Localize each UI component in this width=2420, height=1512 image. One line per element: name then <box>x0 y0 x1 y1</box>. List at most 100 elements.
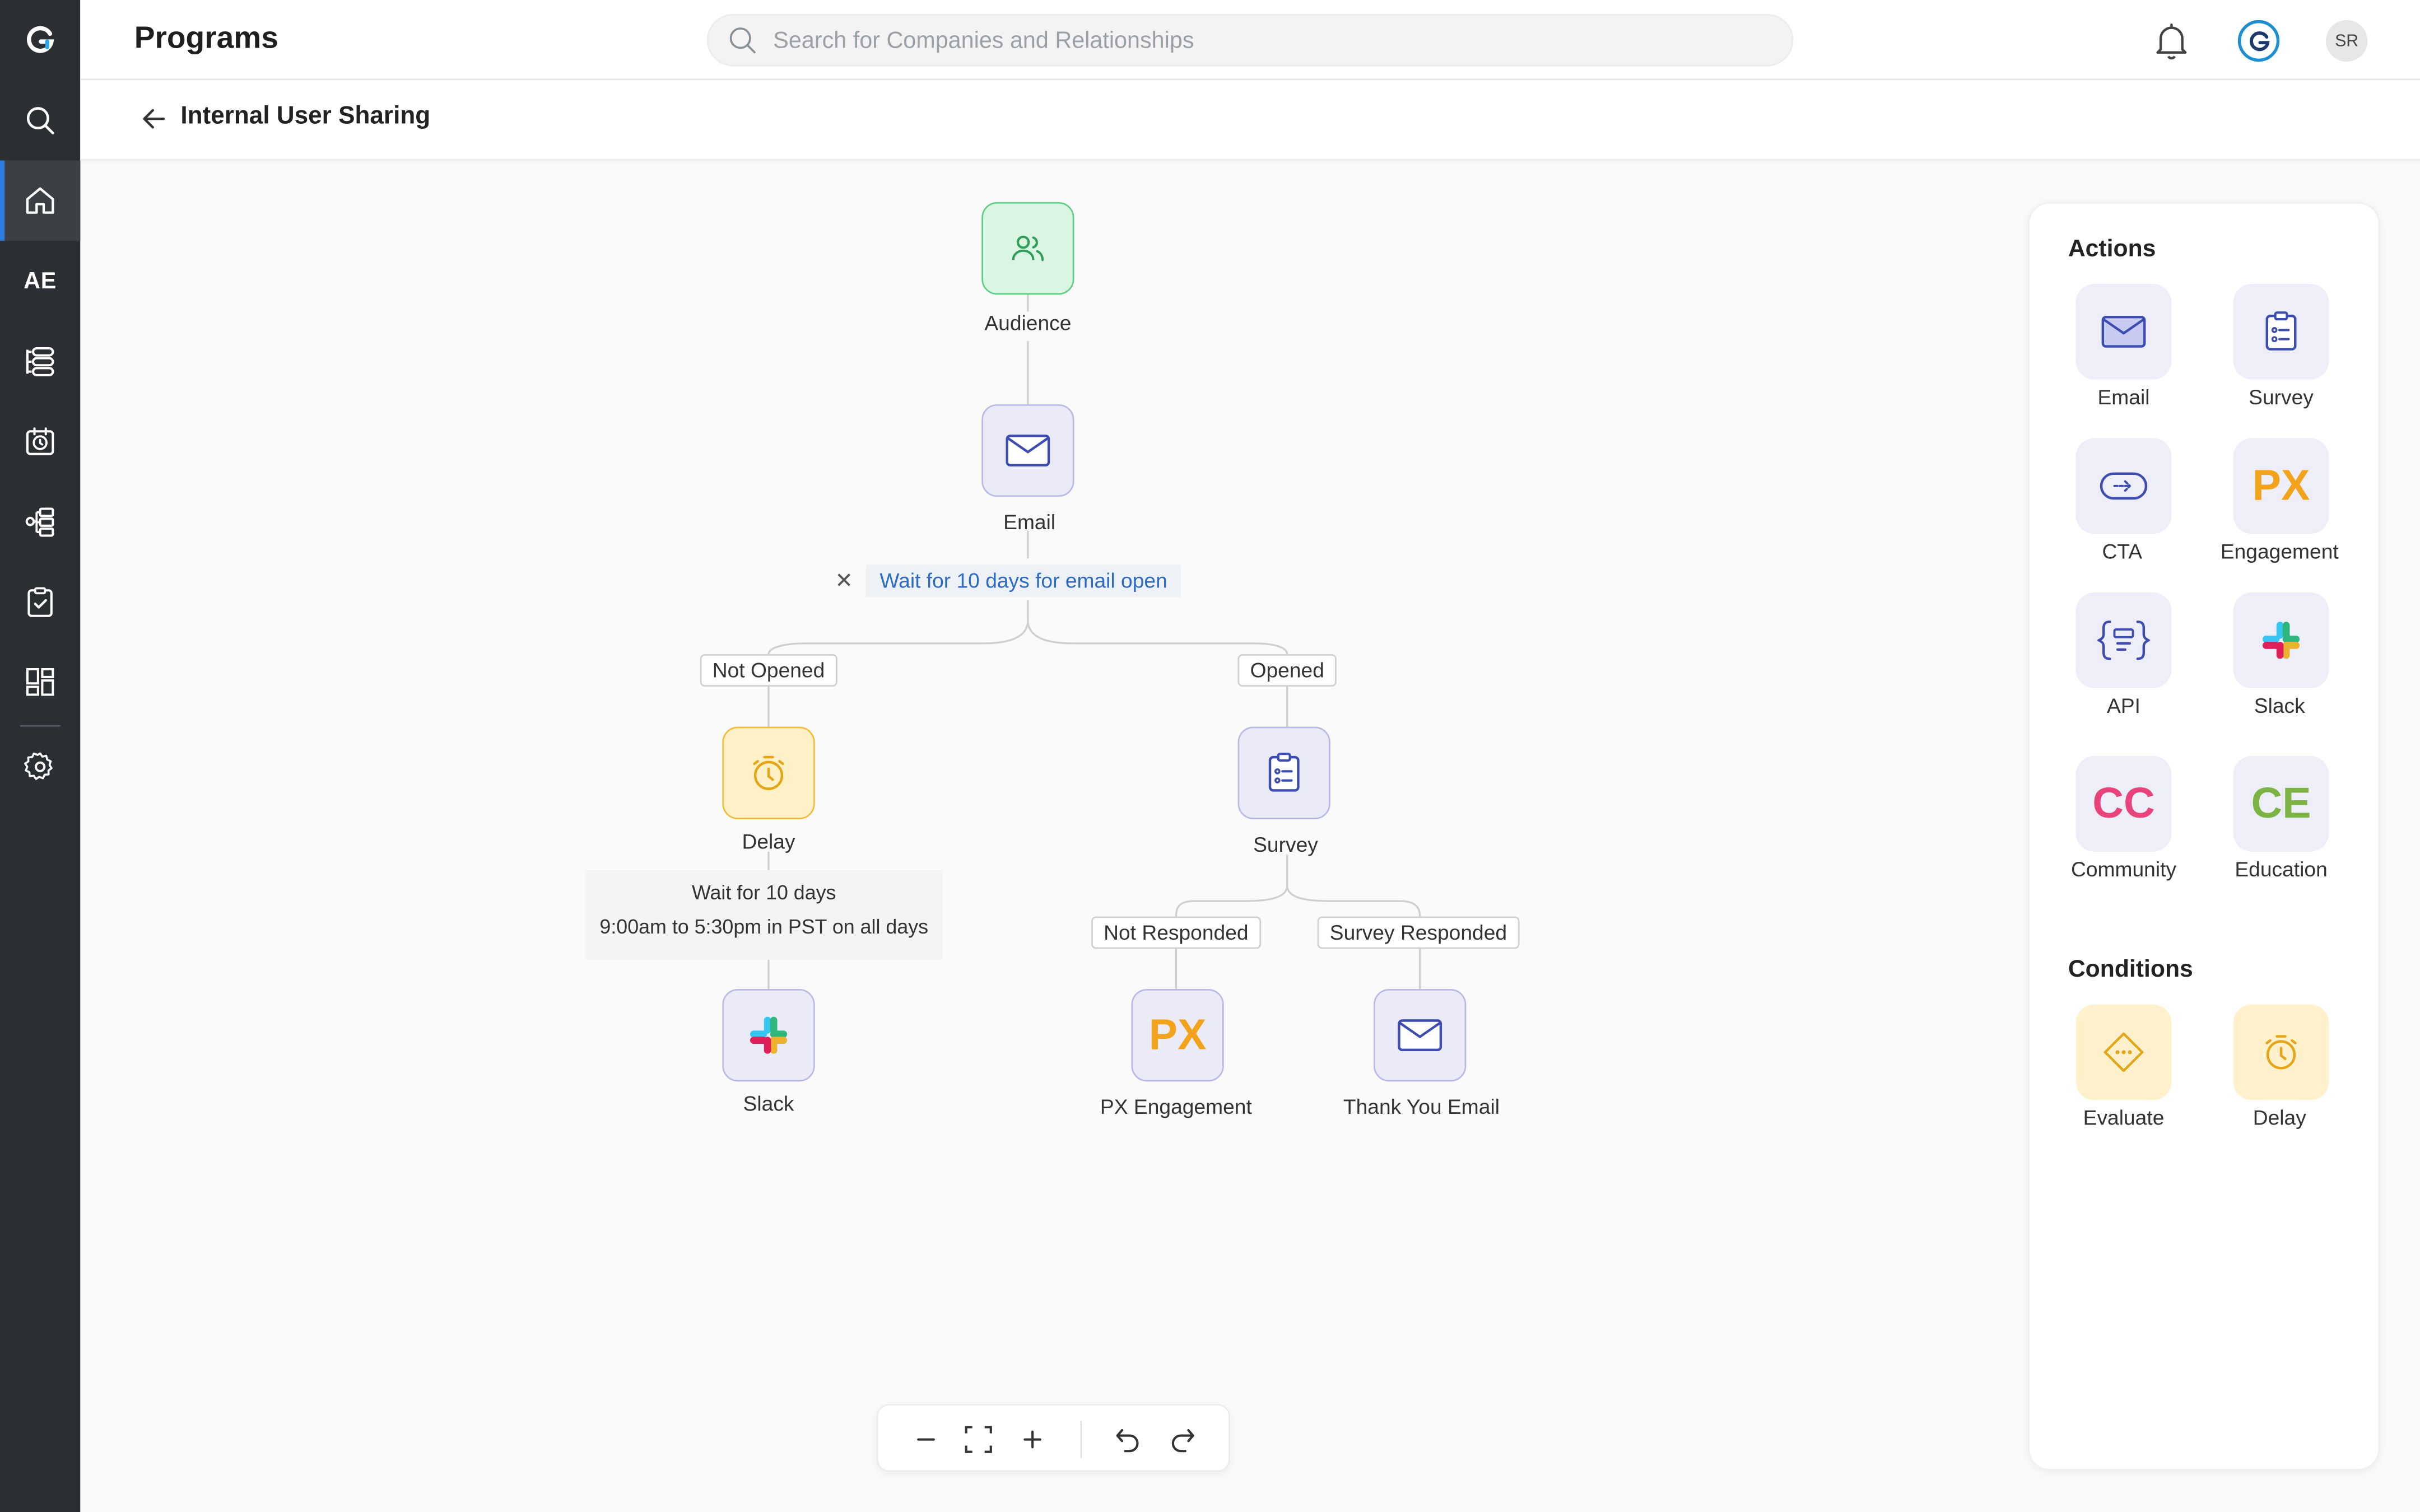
node-delay[interactable] <box>722 726 815 819</box>
avatar[interactable]: SR <box>2325 20 2368 62</box>
action-cta[interactable] <box>2075 438 2172 534</box>
delay-note: Wait for 10 days 9:00am to 5:30pm in PST… <box>585 870 943 960</box>
bell-icon <box>2156 23 2187 60</box>
action-education-label: Education <box>2235 857 2328 881</box>
delay-note-line1: Wait for 10 days <box>692 881 836 904</box>
action-email[interactable] <box>2075 283 2172 380</box>
arrow-left-icon <box>143 109 165 129</box>
zoom-in-button[interactable] <box>1016 1422 1050 1457</box>
actions-panel: Actions Email Survey CTA PX Engagement A… <box>2028 202 2380 1471</box>
conditions-heading: Conditions <box>2068 956 2193 983</box>
search-input[interactable] <box>773 27 1761 54</box>
sidebar-item-settings[interactable] <box>0 727 80 807</box>
redo-icon <box>1171 1429 1194 1453</box>
node-survey-label: Survey <box>1253 833 1318 857</box>
stopwatch-icon <box>753 755 784 790</box>
evaluate-icon <box>2103 1032 2144 1072</box>
branch-not-opened[interactable]: Not Opened <box>700 654 837 687</box>
stopwatch-icon <box>2265 1035 2297 1070</box>
gear-icon <box>24 752 53 780</box>
page-title: Programs <box>134 21 278 56</box>
slack-icon <box>2262 622 2300 659</box>
action-engagement-label: Engagement <box>2220 540 2339 563</box>
action-survey-label: Survey <box>2249 385 2314 409</box>
email-icon <box>1398 1019 1442 1052</box>
sidebar-ae-label: AE <box>24 268 57 294</box>
list-icon <box>26 347 54 376</box>
undo-icon <box>1116 1429 1139 1453</box>
users-icon <box>1012 235 1044 262</box>
node-email[interactable] <box>981 404 1074 497</box>
sidebar-item-home[interactable] <box>0 160 81 241</box>
email-icon <box>2101 315 2146 348</box>
branch-survey-responded[interactable]: Survey Responded <box>1317 916 1520 949</box>
api-icon <box>2097 620 2150 660</box>
sidebar-item-ae[interactable]: AE <box>0 241 80 321</box>
action-slack[interactable] <box>2233 592 2329 688</box>
survey-icon <box>1268 753 1300 792</box>
condition-evaluate[interactable] <box>2075 1004 2172 1100</box>
sidebar-item-search[interactable] <box>0 80 80 160</box>
minus-icon <box>917 1438 935 1441</box>
hierarchy-icon <box>25 507 54 537</box>
global-search[interactable] <box>706 13 1794 67</box>
gainsight-assist-button[interactable] <box>2237 20 2280 62</box>
survey-icon <box>2265 311 2297 351</box>
node-audience-label: Audience <box>984 311 1072 335</box>
action-slack-label: Slack <box>2254 694 2305 718</box>
plus-icon <box>1023 1430 1042 1449</box>
node-thank-you-email[interactable] <box>1374 989 1467 1082</box>
node-delay-label: Delay <box>742 830 795 853</box>
cta-icon <box>2100 472 2148 500</box>
back-button[interactable] <box>139 104 170 134</box>
action-education[interactable]: CE <box>2233 755 2329 852</box>
action-community-label: Community <box>2070 857 2177 881</box>
undo-button[interactable] <box>1111 1422 1146 1457</box>
node-survey[interactable] <box>1237 726 1330 819</box>
px-icon: PX <box>1148 1010 1207 1058</box>
action-engagement[interactable]: PX <box>2233 438 2329 534</box>
logo-icon <box>27 26 54 53</box>
action-cta-label: CTA <box>2102 540 2143 563</box>
search-icon <box>26 107 54 134</box>
remove-wait-button[interactable]: ✕ <box>835 568 853 594</box>
delay-note-line2: 9:00am to 5:30pm in PST on all days <box>599 914 929 939</box>
sidebar-item-dashboards[interactable] <box>0 642 80 722</box>
sidebar-item-timeline[interactable] <box>0 321 80 401</box>
gainsight-logo[interactable] <box>0 0 80 80</box>
fullscreen-icon <box>965 1426 992 1453</box>
action-api-label: API <box>2107 694 2141 718</box>
node-slack[interactable] <box>722 989 815 1082</box>
redo-button[interactable] <box>1165 1422 1199 1457</box>
home-icon <box>26 187 54 214</box>
sidebar: AE <box>0 0 81 1512</box>
sidebar-item-schedule[interactable] <box>0 401 80 481</box>
wait-condition-chip[interactable]: Wait for 10 days for email open <box>865 564 1181 598</box>
sidebar-item-tasks[interactable] <box>0 562 80 642</box>
top-header: Programs SR <box>80 0 2420 81</box>
breadcrumb: Internal User Sharing <box>80 80 2420 161</box>
dashboard-icon <box>26 668 54 696</box>
node-thank-you-label: Thank You Email <box>1343 1095 1500 1119</box>
node-slack-label: Slack <box>743 1092 794 1116</box>
node-px-engagement[interactable]: PX <box>1131 989 1224 1082</box>
g-logo-icon <box>2249 30 2269 50</box>
node-audience[interactable] <box>981 202 1074 295</box>
action-api[interactable] <box>2075 592 2172 688</box>
sidebar-item-hierarchy[interactable] <box>0 482 80 562</box>
action-survey[interactable] <box>2233 283 2329 380</box>
node-px-label: PX Engagement <box>1100 1095 1252 1119</box>
calendar-clock-icon <box>26 427 54 455</box>
slack-icon <box>750 1016 788 1054</box>
fit-screen-button[interactable] <box>961 1422 995 1457</box>
condition-delay[interactable] <box>2233 1004 2329 1100</box>
program-title: Internal User Sharing <box>180 103 431 130</box>
branch-not-responded[interactable]: Not Responded <box>1091 916 1261 949</box>
branch-opened[interactable]: Opened <box>1237 654 1337 687</box>
zoom-out-button[interactable] <box>909 1422 943 1457</box>
action-community[interactable]: CC <box>2075 755 2172 852</box>
notifications-button[interactable] <box>2153 22 2190 69</box>
action-email-label: Email <box>2097 385 2150 409</box>
education-icon: CE <box>2251 779 2311 827</box>
toolbar-divider <box>1080 1421 1082 1458</box>
